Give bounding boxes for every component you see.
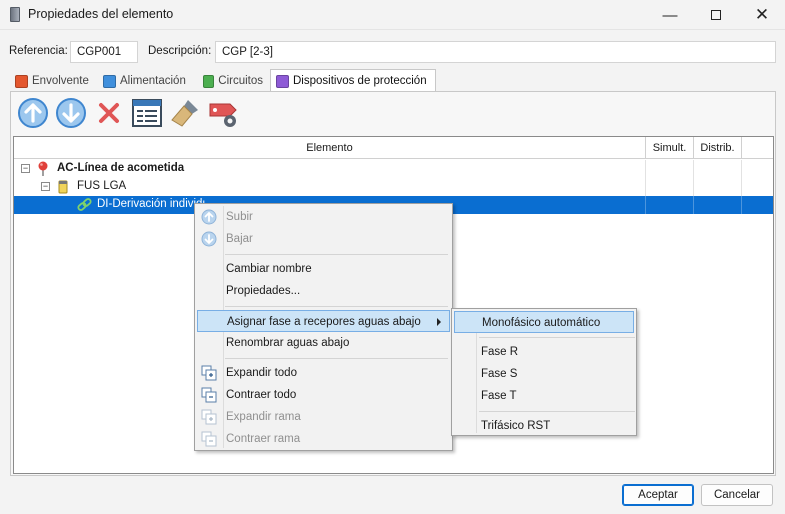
collapse-toggle[interactable]: −	[21, 164, 30, 173]
menu-separator	[225, 306, 448, 307]
menu-item-renombrar-aguas-abajo[interactable]: Renombrar aguas abajo	[197, 332, 450, 354]
move-up-button[interactable]	[16, 96, 50, 130]
maximize-button[interactable]	[693, 0, 739, 30]
collapse-all-icon	[201, 387, 217, 403]
menu-item-contraer-rama[interactable]: Contraer rama	[197, 428, 450, 450]
context-menu: Subir Bajar Cambiar nombre Propiedades..…	[194, 203, 453, 451]
label-settings-icon	[209, 103, 237, 127]
close-button[interactable]: ✕	[739, 0, 785, 30]
menu-item-label: Propiedades...	[226, 285, 301, 297]
tab-dispositivos-proteccion[interactable]: Dispositivos de protección	[270, 69, 436, 92]
menu-item-label: Monofásico automático	[482, 317, 601, 329]
description-field[interactable]: CGP [2-3]	[215, 41, 776, 63]
move-down-button[interactable]	[54, 96, 88, 130]
menu-item-label: Renombrar aguas abajo	[226, 337, 350, 349]
menu-item-label: Subir	[226, 211, 253, 223]
menu-item-label: Cambiar nombre	[226, 263, 312, 275]
submenu-item-fase-s[interactable]: Fase S	[454, 363, 634, 385]
protection-devices-icon	[276, 74, 289, 88]
delete-button[interactable]	[92, 96, 126, 130]
menu-item-label: Contraer todo	[226, 389, 297, 401]
tree-row[interactable]: − AC-Línea de acometida	[14, 160, 773, 178]
move-up-icon	[18, 98, 48, 128]
menu-item-propiedades[interactable]: Propiedades...	[197, 280, 450, 302]
cancel-button[interactable]: Cancelar	[701, 484, 773, 506]
window-title: Propiedades del elemento	[28, 7, 174, 21]
app-icon	[10, 7, 20, 22]
tab-label: Circuitos	[218, 75, 263, 87]
reference-label: Referencia:	[9, 45, 68, 57]
tab-label: Alimentación	[120, 75, 186, 87]
menu-item-label: Fase S	[481, 368, 518, 380]
menu-separator	[225, 254, 448, 255]
tree-row-label: FUS LGA	[77, 180, 127, 192]
feed-icon	[103, 74, 116, 88]
collapse-toggle[interactable]: −	[41, 182, 50, 191]
menu-separator	[479, 337, 635, 338]
move-down-icon	[201, 231, 217, 247]
link-icon	[77, 198, 92, 211]
submenu-item-trifasico-rst[interactable]: Trifásico RST	[454, 415, 634, 437]
menu-separator	[225, 358, 448, 359]
circuits-icon	[203, 74, 215, 88]
label-settings-button[interactable]	[206, 96, 240, 130]
menu-item-label: Expandir todo	[226, 367, 297, 379]
menu-item-label: Expandir rama	[226, 411, 301, 423]
expand-branch-icon	[201, 409, 217, 425]
brush-button[interactable]	[168, 96, 202, 130]
collapse-branch-icon	[201, 431, 217, 447]
menu-item-cambiar-nombre[interactable]: Cambiar nombre	[197, 258, 450, 280]
menu-item-label: Asignar fase a recepores aguas abajo	[227, 316, 421, 328]
tree-row-label: DI-Derivación individual	[97, 198, 205, 210]
tree-row-label: AC-Línea de acometida	[57, 162, 185, 174]
tab-alimentacion[interactable]: Alimentación	[98, 70, 196, 92]
submenu-item-fase-t[interactable]: Fase T	[454, 385, 634, 407]
menu-item-asignar-fase[interactable]: Asignar fase a recepores aguas abajo	[197, 310, 450, 332]
menu-item-label: Bajar	[226, 233, 253, 245]
tab-envolvente[interactable]: Envolvente	[10, 70, 94, 92]
tree-row[interactable]: − FUS LGA	[14, 178, 773, 196]
fuse-icon	[58, 180, 68, 194]
menu-item-bajar[interactable]: Bajar	[197, 228, 450, 250]
accept-button[interactable]: Aceptar	[622, 484, 694, 506]
submenu-item-monofasico-automatico[interactable]: Monofásico automático	[454, 311, 634, 333]
tab-circuitos[interactable]: Circuitos	[198, 70, 268, 92]
minimize-button[interactable]: —	[647, 0, 693, 30]
phase-submenu: Monofásico automático Fase R Fase S Fase…	[451, 308, 637, 436]
menu-separator	[479, 411, 635, 412]
menu-item-expandir-rama[interactable]: Expandir rama	[197, 406, 450, 428]
grid-header: Elemento Simult. Distrib.	[14, 137, 773, 159]
column-header-elemento[interactable]: Elemento	[14, 137, 646, 159]
tab-label: Dispositivos de protección	[293, 75, 427, 87]
submenu-item-fase-r[interactable]: Fase R	[454, 341, 634, 363]
menu-item-subir[interactable]: Subir	[197, 206, 450, 228]
title-bar: Propiedades del elemento — ✕	[0, 0, 785, 30]
maximize-icon	[711, 10, 721, 20]
submenu-arrow-icon	[437, 318, 441, 326]
expand-all-icon	[201, 365, 217, 381]
menu-item-label: Fase R	[481, 346, 519, 358]
delete-icon	[99, 103, 119, 123]
pin-icon	[38, 161, 48, 176]
menu-item-expandir-todo[interactable]: Expandir todo	[197, 362, 450, 384]
envelope-icon	[15, 74, 28, 88]
move-up-icon	[201, 209, 217, 225]
column-header-simult[interactable]: Simult.	[646, 137, 694, 159]
menu-item-contraer-todo[interactable]: Contraer todo	[197, 384, 450, 406]
menu-item-label: Fase T	[481, 390, 517, 402]
menu-item-label: Trifásico RST	[481, 420, 551, 432]
reference-field[interactable]: CGP001	[70, 41, 138, 63]
description-label: Descripción:	[148, 45, 212, 57]
menu-item-label: Contraer rama	[226, 433, 301, 445]
properties-window-button[interactable]	[130, 96, 164, 130]
properties-window-icon	[132, 99, 162, 127]
move-down-icon	[56, 98, 86, 128]
tab-label: Envolvente	[32, 75, 89, 87]
brush-icon	[171, 100, 198, 127]
column-header-distrib[interactable]: Distrib.	[694, 137, 742, 159]
